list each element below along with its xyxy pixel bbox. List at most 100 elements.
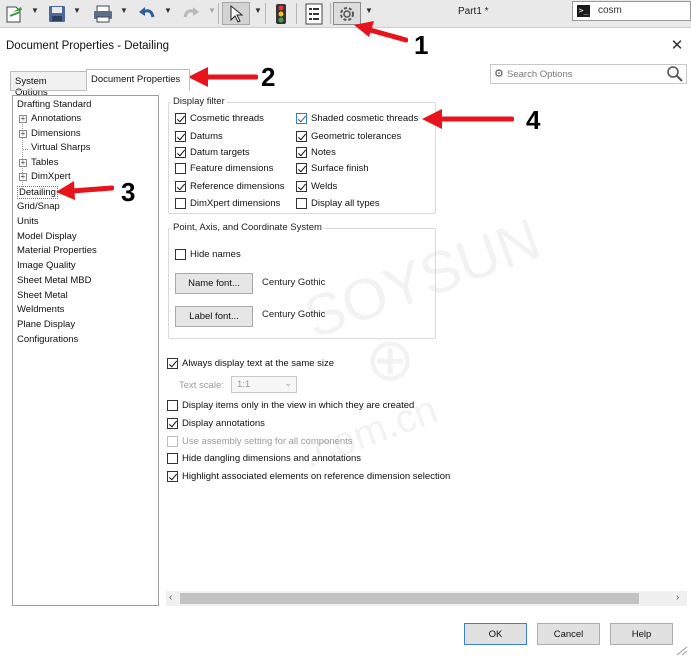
redo-icon[interactable] — [179, 2, 203, 25]
checkbox-box[interactable] — [175, 147, 186, 158]
chevron-down-icon[interactable]: ▼ — [365, 6, 373, 15]
tree-item-annotations[interactable]: Annotations — [31, 113, 81, 124]
always-same-size-checkbox[interactable]: Always display text at the same size — [167, 358, 334, 369]
shaded-cosmetic-threads-checkbox[interactable]: Shaded cosmetic threads — [296, 113, 418, 124]
tree-item-dimensions[interactable]: Dimensions — [31, 128, 81, 139]
annotation-number: 2 — [261, 62, 276, 92]
command-search-input[interactable]: >_ cosm — [572, 1, 691, 21]
expand-icon[interactable]: + — [19, 173, 27, 181]
welds-checkbox[interactable]: Welds — [296, 181, 337, 192]
undo-icon[interactable] — [135, 2, 159, 25]
checkbox-label: Use assembly setting for all components — [182, 436, 353, 447]
expand-icon[interactable]: + — [19, 130, 27, 138]
checkbox-box[interactable] — [167, 400, 178, 411]
checkbox-box[interactable] — [175, 163, 186, 174]
scroll-right-icon[interactable]: › — [676, 592, 679, 603]
tree-item-image-quality[interactable]: Image Quality — [17, 260, 76, 271]
geometric-tolerances-checkbox[interactable]: Geometric tolerances — [296, 131, 401, 142]
checkbox-box[interactable] — [167, 418, 178, 429]
notes-checkbox[interactable]: Notes — [296, 147, 336, 158]
tree-item-sheet-metal-mbd[interactable]: Sheet Metal MBD — [17, 275, 91, 286]
checkbox-box[interactable] — [296, 147, 307, 158]
tree-item-material-properties[interactable]: Material Properties — [17, 245, 97, 256]
search-icon[interactable] — [666, 65, 684, 83]
label-font-button[interactable]: Label font... — [175, 306, 253, 327]
command-search-value: cosm — [598, 5, 622, 16]
file-properties-icon[interactable] — [301, 2, 327, 25]
reference-dimensions-checkbox[interactable]: Reference dimensions — [175, 181, 285, 192]
chevron-down-icon[interactable]: ▼ — [31, 6, 39, 15]
tree-item-grid-snap[interactable]: Grid/Snap — [17, 201, 60, 212]
ok-button[interactable]: OK — [464, 623, 527, 645]
datums-checkbox[interactable]: Datums — [175, 131, 223, 142]
toolbar-separator — [296, 3, 297, 24]
resize-grip-icon[interactable] — [676, 646, 688, 656]
checkbox-box[interactable] — [175, 198, 186, 209]
checkbox-box[interactable] — [296, 113, 307, 124]
tree-item-label: Plane Display — [17, 319, 76, 330]
tree-item-tables[interactable]: Tables — [31, 157, 58, 168]
surface-finish-checkbox[interactable]: Surface finish — [296, 163, 369, 174]
traffic-light-icon[interactable] — [270, 2, 292, 25]
tree-item-sheet-metal[interactable]: Sheet Metal — [17, 290, 68, 301]
text-scale-label: Text scale: — [179, 380, 224, 391]
checkbox-box[interactable] — [296, 131, 307, 142]
close-icon[interactable]: ✕ — [669, 36, 685, 54]
tab-system-options[interactable]: System Options — [10, 71, 87, 98]
chevron-down-icon[interactable]: ▼ — [120, 6, 128, 15]
tree-item-drafting-standard[interactable]: Drafting Standard — [17, 99, 91, 110]
help-button[interactable]: Help — [610, 623, 673, 645]
checkbox-box[interactable] — [175, 181, 186, 192]
tree-item-configurations[interactable]: Configurations — [17, 334, 78, 345]
tree-item-label: Grid/Snap — [17, 201, 60, 212]
tree-item-weldments[interactable]: Weldments — [17, 304, 64, 315]
tree-item-units[interactable]: Units — [17, 216, 39, 227]
checkbox-box[interactable] — [167, 358, 178, 369]
expand-icon[interactable]: + — [19, 159, 27, 167]
checkbox-box[interactable] — [167, 471, 178, 482]
new-document-icon[interactable] — [2, 2, 28, 25]
scroll-left-icon[interactable]: ‹ — [169, 592, 172, 603]
checkbox-box[interactable] — [175, 131, 186, 142]
expand-icon[interactable]: + — [19, 115, 27, 123]
checkbox-box[interactable] — [296, 198, 307, 209]
horizontal-scrollbar[interactable]: ‹ › — [166, 591, 687, 606]
gear-icon[interactable]: ⚙ — [494, 67, 504, 80]
tree-item-detailing[interactable]: Detailing — [17, 186, 58, 199]
cosmetic-threads-checkbox[interactable]: Cosmetic threads — [175, 113, 264, 124]
checkbox-box[interactable] — [175, 113, 186, 124]
save-icon[interactable] — [44, 2, 70, 25]
checkbox-box[interactable] — [175, 249, 186, 260]
display-annotations-checkbox[interactable]: Display annotations — [167, 418, 265, 429]
feature-dimensions-checkbox[interactable]: Feature dimensions — [175, 163, 273, 174]
search-options-input[interactable]: ⚙ Search Options — [490, 64, 687, 84]
checkbox-box[interactable] — [296, 163, 307, 174]
toolbar-separator — [265, 3, 266, 24]
chevron-down-icon[interactable]: ▼ — [254, 6, 262, 15]
red-arrow-icon — [354, 21, 408, 43]
hide-names-checkbox[interactable]: Hide names — [175, 249, 241, 260]
checkbox-box[interactable] — [167, 453, 178, 464]
tree-item-model-display[interactable]: Model Display — [17, 231, 77, 242]
tree-item-plane-display[interactable]: Plane Display — [17, 319, 75, 330]
chevron-down-icon[interactable]: ▼ — [164, 6, 172, 15]
cancel-button[interactable]: Cancel — [537, 623, 600, 645]
hide-dangling-checkbox[interactable]: Hide dangling dimensions and annotations — [167, 453, 361, 464]
tree-item-virtual-sharps[interactable]: Virtual Sharps — [31, 142, 91, 153]
scrollbar-thumb[interactable] — [180, 593, 639, 604]
name-font-button[interactable]: Name font... — [175, 273, 253, 294]
tree-item-label: Image Quality — [17, 260, 76, 271]
display-all-types-checkbox[interactable]: Display all types — [296, 198, 380, 209]
dimxpert-dimensions-checkbox[interactable]: DimXpert dimensions — [175, 198, 280, 209]
print-icon[interactable] — [90, 2, 116, 25]
checkbox-box[interactable] — [296, 181, 307, 192]
datum-targets-checkbox[interactable]: Datum targets — [175, 147, 250, 158]
only-in-view-checkbox[interactable]: Display items only in the view in which … — [167, 400, 414, 411]
checkbox-box — [167, 436, 178, 447]
tree-item-label: Sheet Metal — [17, 290, 68, 301]
select-pointer-icon[interactable] — [222, 2, 250, 25]
chevron-down-icon[interactable]: ▼ — [73, 6, 81, 15]
highlight-associated-checkbox[interactable]: Highlight associated elements on referen… — [167, 471, 450, 482]
tab-document-properties[interactable]: Document Properties — [86, 69, 190, 91]
tree-item-label: Model Display — [17, 231, 77, 242]
